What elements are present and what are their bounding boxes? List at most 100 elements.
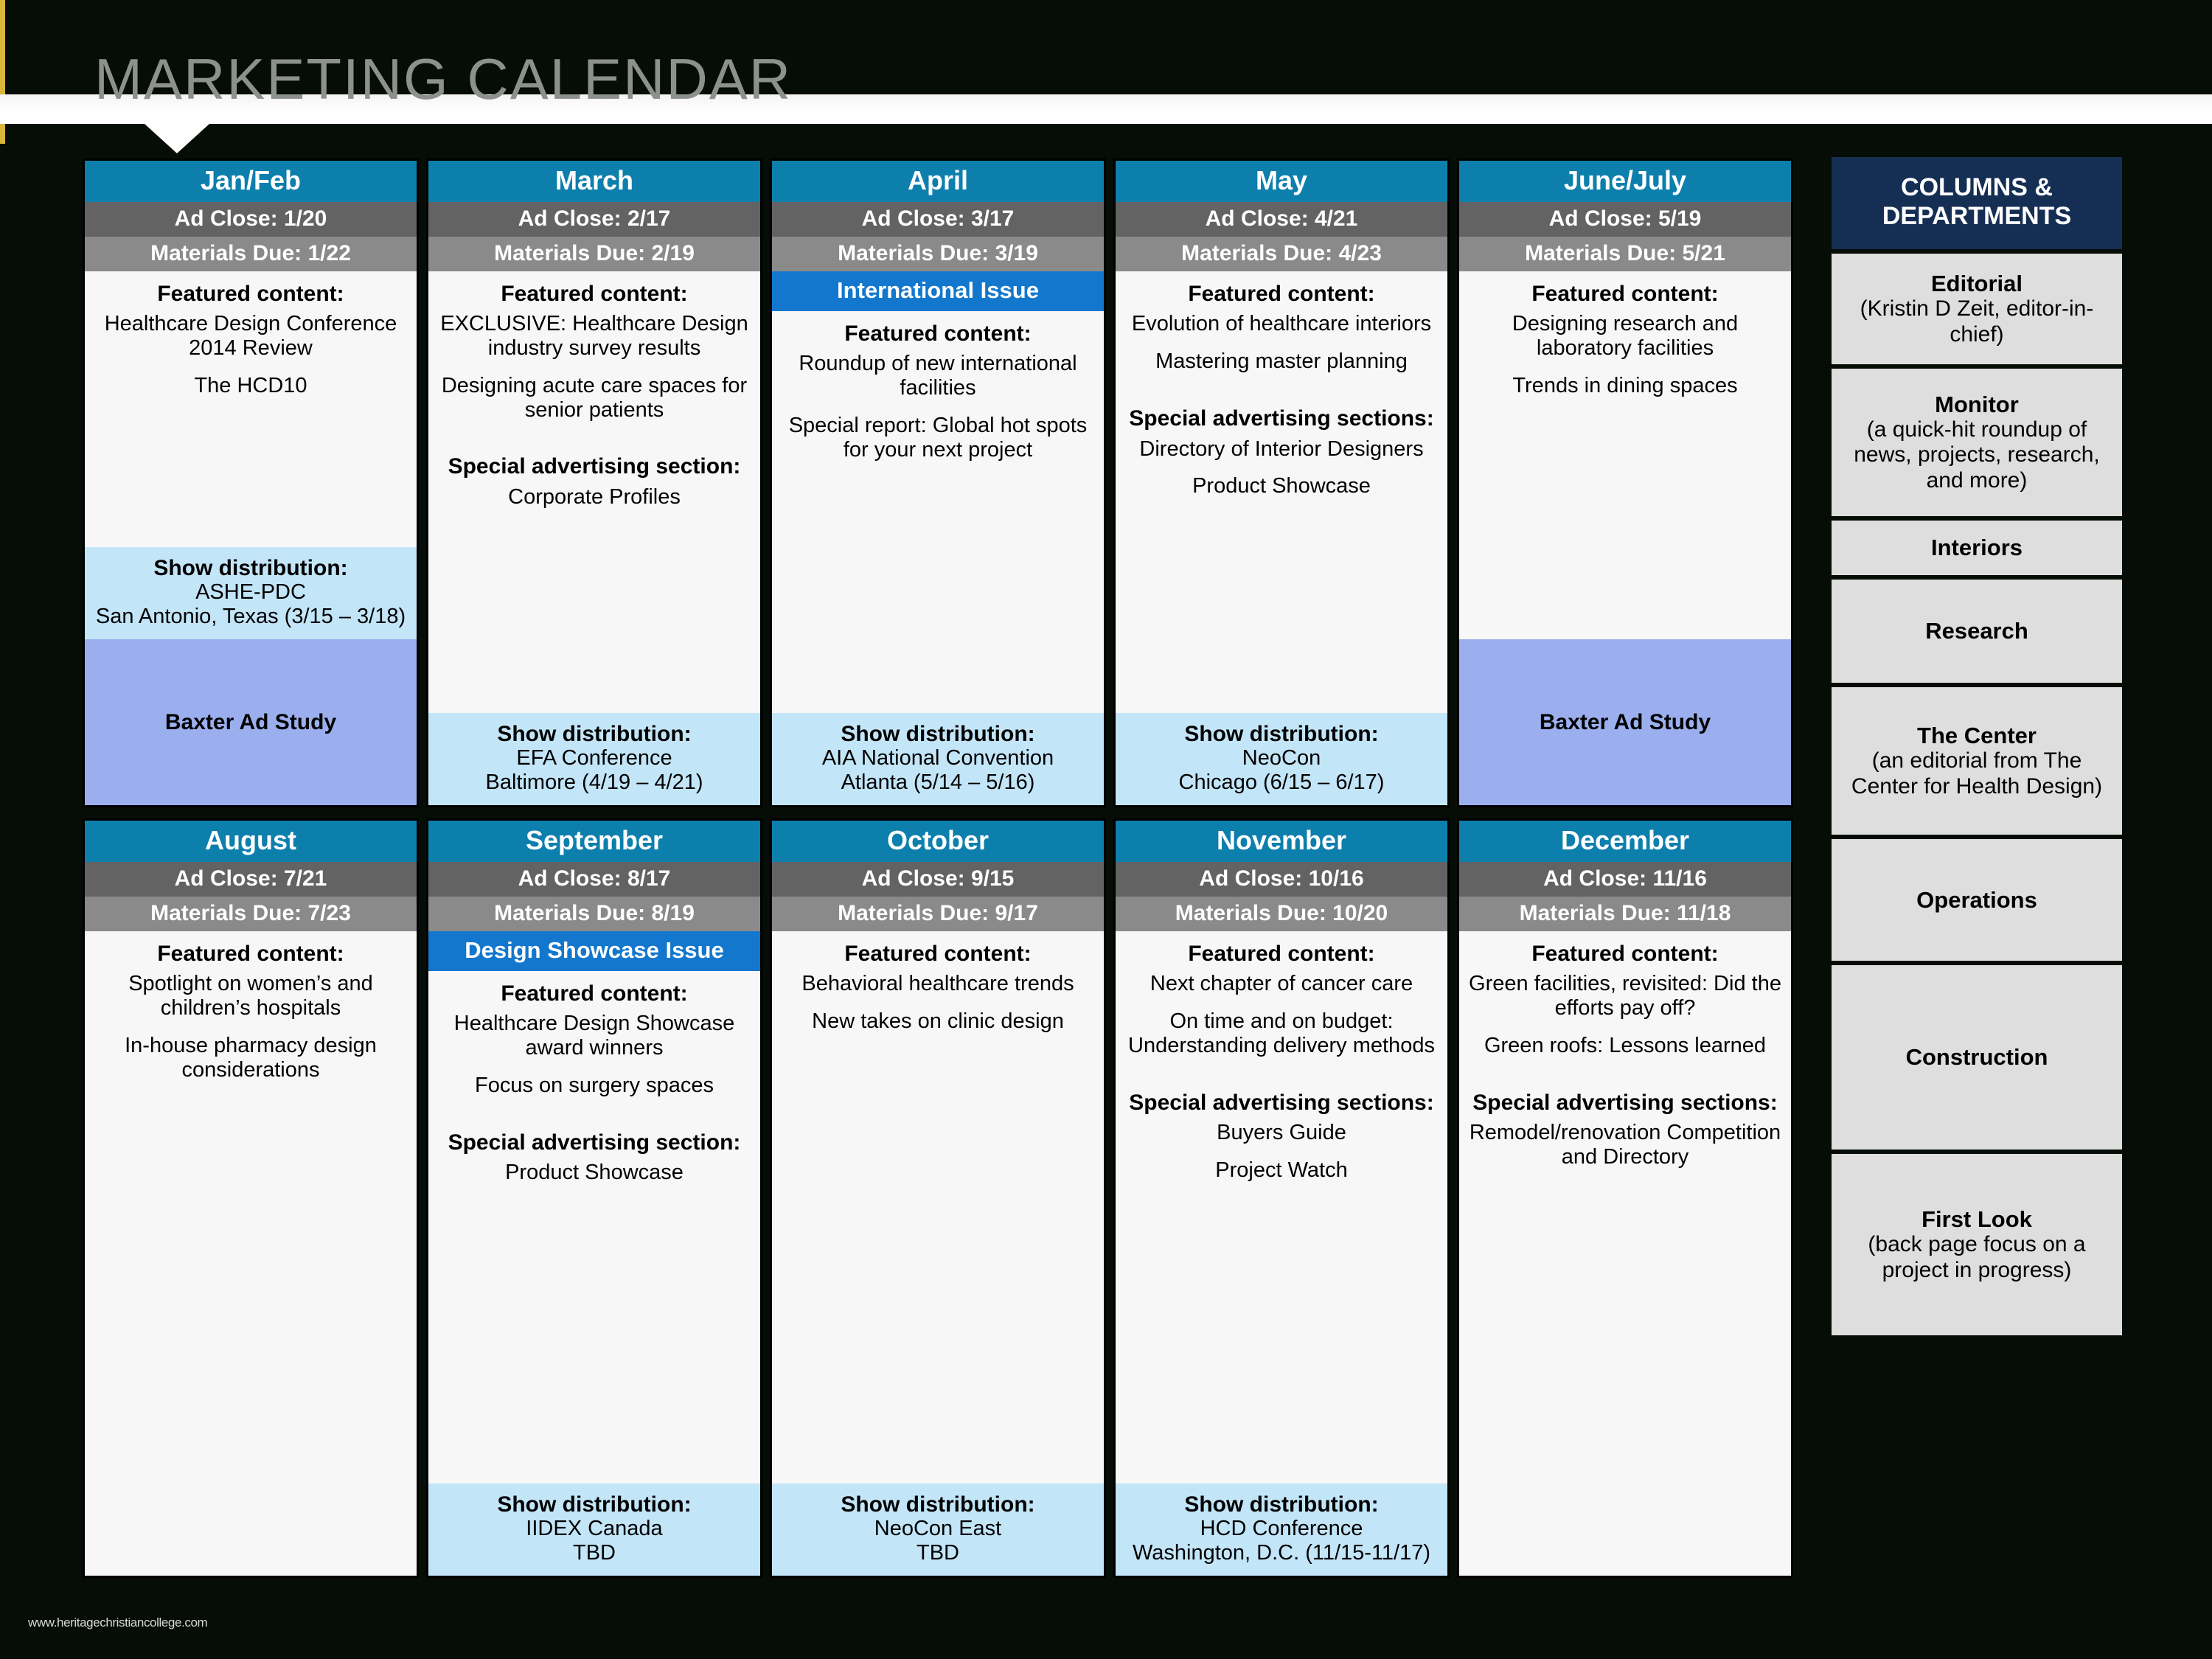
month-card-june-july[interactable]: June/July Ad Close: 5/19 Materials Due: 5/… — [1457, 159, 1793, 807]
department-name: Editorial — [1930, 271, 2023, 297]
show-distribution-body: ASHE-PDC San Antonio, Texas (3/15 – 3/18) — [95, 580, 406, 629]
show-distribution-body: IIDEX Canada TBD — [526, 1517, 663, 1565]
flex-spacer — [1121, 1196, 1441, 1475]
show-distribution-block: Show distribution: EFA Conference Baltimor… — [428, 712, 760, 805]
featured-content-item: Trends in dining spaces — [1512, 373, 1738, 397]
month-body: Featured content: Healthcare Design Showc… — [428, 970, 760, 1484]
month-name: December — [1459, 821, 1791, 862]
featured-content-item: In-house pharmacy design considerations — [125, 1033, 377, 1082]
featured-content-heading: Featured content: — [157, 281, 344, 306]
month-body: Featured content: Behavioral healthcare t… — [772, 931, 1104, 1484]
department-name: Operations — [1916, 886, 2037, 913]
featured-content-item: Focus on surgery spaces — [475, 1073, 714, 1097]
show-distribution-heading: Show distribution: — [153, 555, 348, 580]
flex-spacer — [778, 475, 1098, 703]
show-distribution-block: Show distribution: HCD Conference Washingt… — [1116, 1483, 1447, 1576]
month-card-march[interactable]: March Ad Close: 2/17 Materials Due: 2/19 Fe… — [426, 159, 762, 807]
department-item-editorial[interactable]: Editorial (Kristin D Zeit, editor-in-chie… — [1832, 253, 2122, 364]
month-card-april[interactable]: April Ad Close: 3/17 Materials Due: 3/19 In… — [770, 159, 1106, 807]
materials-due-label: Materials Due: 4/23 — [1116, 236, 1447, 271]
department-description: (Kristin D Zeit, editor-in-chief) — [1860, 296, 2094, 347]
special-advertising-heading: Special advertising sections: — [1129, 1090, 1434, 1115]
month-card-september[interactable]: September Ad Close: 8/17 Materials Due: 8/… — [426, 818, 762, 1578]
featured-content-item: Behavioral healthcare trends — [801, 972, 1074, 996]
show-distribution-block: Show distribution: ASHE-PDC San Antonio, T… — [85, 546, 417, 639]
featured-content-item: Designing acute care spaces for senior p… — [441, 373, 748, 422]
featured-content-item: Evolution of healthcare interiors — [1131, 312, 1432, 336]
show-distribution-body: HCD Conference Washington, D.C. (11/15-11… — [1132, 1517, 1431, 1565]
month-name: October — [772, 821, 1104, 862]
department-item-research[interactable]: Research — [1832, 579, 2122, 683]
ad-close-label: Ad Close: 11/16 — [1459, 861, 1791, 897]
department-item-monitor[interactable]: Monitor (a quick-hit roundup of news, pro… — [1832, 368, 2122, 516]
month-card-november[interactable]: November Ad Close: 10/16 Materials Due: 10… — [1113, 818, 1450, 1578]
department-name: First Look — [1921, 1206, 2032, 1233]
materials-due-label: Materials Due: 8/19 — [428, 896, 760, 931]
special-advertising-item: Project Watch — [1215, 1158, 1348, 1183]
featured-content-heading: Featured content: — [1188, 281, 1375, 306]
featured-content-item: Healthcare Design Showcase award winners — [453, 1012, 735, 1060]
month-name: Jan/Feb — [85, 161, 417, 202]
featured-content-item: Next chapter of cancer care — [1150, 972, 1413, 996]
special-advertising-item: Directory of Interior Designers — [1139, 437, 1424, 461]
flex-spacer — [91, 1095, 411, 1567]
featured-content-item: Special report: Global hot spots for you… — [788, 413, 1088, 462]
show-distribution-body: EFA Conference Baltimore (4/19 – 4/21) — [485, 746, 703, 795]
month-body: Featured content: Evolution of healthcare… — [1116, 271, 1447, 713]
ad-close-label: Ad Close: 10/16 — [1116, 861, 1447, 897]
special-advertising-item: Corporate Profiles — [508, 485, 681, 509]
flex-spacer — [434, 1198, 754, 1475]
calendar-row-first-half: Jan/Feb Ad Close: 1/20 Materials Due: 1/22… — [83, 159, 1801, 807]
department-name: Research — [1925, 618, 2028, 644]
ad-close-label: Ad Close: 7/21 — [85, 861, 417, 897]
special-advertising-item: Buyers Guide — [1217, 1121, 1346, 1145]
department-name: Monitor — [1935, 391, 2019, 417]
special-advertising-heading: Special advertising sections: — [1472, 1090, 1778, 1115]
special-advertising-item: Remodel/renovation Competition and Direc… — [1469, 1121, 1781, 1169]
department-item-operations[interactable]: Operations — [1832, 838, 2122, 961]
show-distribution-body: AIA National Convention Atlanta (5/14 – 5… — [821, 746, 1054, 795]
ad-close-label: Ad Close: 4/21 — [1116, 201, 1447, 237]
featured-content-heading: Featured content: — [844, 321, 1032, 346]
featured-content-item: Designing research and laboratory facili… — [1512, 312, 1739, 361]
show-distribution-block: Show distribution: IIDEX Canada TBD — [428, 1483, 760, 1576]
ad-close-label: Ad Close: 5/19 — [1459, 201, 1791, 237]
month-name: March — [428, 161, 760, 202]
show-distribution-body: NeoCon Chicago (6/15 – 6/17) — [1178, 746, 1385, 795]
month-card-december[interactable]: December Ad Close: 11/16 Materials Due: 11… — [1457, 818, 1793, 1578]
department-item-first-look[interactable]: First Look (back page focus on a project … — [1832, 1153, 2122, 1335]
calendar-row-second-half: August Ad Close: 7/21 Materials Due: 7/23 F… — [83, 818, 1801, 1578]
month-name: June/July — [1459, 161, 1791, 202]
baxter-ad-study-block: Baxter Ad Study — [1459, 639, 1791, 805]
department-item-interiors[interactable]: Interiors — [1832, 520, 2122, 575]
featured-content-item: Spotlight on women’s and children’s hosp… — [128, 972, 373, 1020]
special-advertising-heading: Special advertising section: — [448, 454, 741, 479]
materials-due-label: Materials Due: 7/23 — [85, 896, 417, 931]
show-distribution-body: NeoCon East TBD — [874, 1517, 1002, 1565]
featured-content-item: Healthcare Design Conference 2014 Review — [104, 312, 397, 361]
featured-content-item: EXCLUSIVE: Healthcare Design industry su… — [440, 312, 748, 361]
flex-spacer — [1465, 1183, 1785, 1567]
flex-spacer — [1465, 411, 1785, 630]
materials-due-label: Materials Due: 10/20 — [1116, 896, 1447, 931]
month-card-may[interactable]: May Ad Close: 4/21 Materials Due: 4/23 Feat… — [1113, 159, 1450, 807]
featured-content-item: The HCD10 — [194, 373, 307, 397]
month-card-october[interactable]: October Ad Close: 9/15 Materials Due: 9/17… — [770, 818, 1106, 1578]
materials-due-label: Materials Due: 9/17 — [772, 896, 1104, 931]
month-card-august[interactable]: August Ad Close: 7/21 Materials Due: 7/23 F… — [83, 818, 419, 1578]
show-distribution-heading: Show distribution: — [1184, 1492, 1379, 1517]
month-card-jan-feb[interactable]: Jan/Feb Ad Close: 1/20 Materials Due: 1/22… — [83, 159, 419, 807]
show-distribution-heading: Show distribution: — [497, 1492, 692, 1517]
department-item-construction[interactable]: Construction — [1832, 964, 2122, 1150]
header-notch-triangle-icon — [145, 124, 209, 153]
month-name: September — [428, 821, 760, 862]
ad-close-label: Ad Close: 3/17 — [772, 201, 1104, 237]
department-description: (an editorial from The Center for Health… — [1851, 748, 2103, 799]
show-distribution-block: Show distribution: NeoCon Chicago (6/15 – … — [1116, 712, 1447, 805]
materials-due-label: Materials Due: 1/22 — [85, 236, 417, 271]
department-item-the-center[interactable]: The Center (an editorial from The Center … — [1832, 686, 2122, 835]
department-name: Construction — [1905, 1044, 2048, 1071]
materials-due-label: Materials Due: 5/21 — [1459, 236, 1791, 271]
featured-content-item: Green facilities, revisited: Did the eff… — [1469, 972, 1781, 1020]
show-distribution-block: Show distribution: AIA National Conventio… — [772, 712, 1104, 805]
